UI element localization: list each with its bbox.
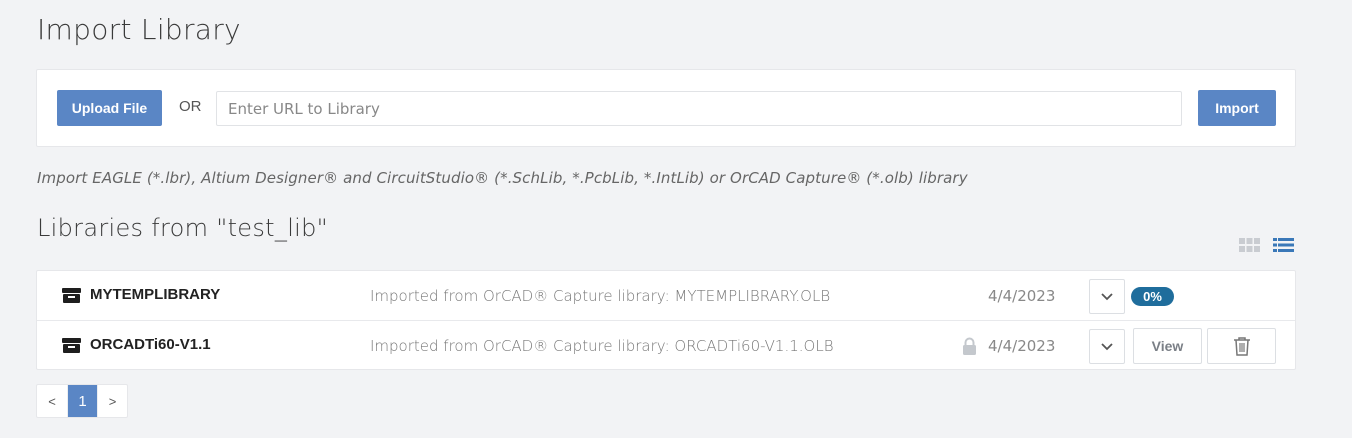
page-title: Import Library	[37, 13, 241, 46]
library-archive-icon	[62, 288, 81, 307]
library-archive-icon	[62, 338, 81, 357]
library-name[interactable]: MYTEMPLIBRARY	[90, 286, 220, 303]
expand-button[interactable]	[1089, 329, 1125, 364]
library-name[interactable]: ORCADTi60-V1.1	[90, 336, 211, 353]
grid-view-icon[interactable]	[1239, 237, 1260, 256]
or-label: OR	[179, 98, 202, 115]
import-button[interactable]: Import	[1198, 90, 1276, 126]
import-hint: Import EAGLE (*.lbr), Altium Designer® a…	[37, 169, 968, 187]
progress-badge: 0%	[1131, 287, 1174, 306]
libraries-section-title: Libraries from "test_lib"	[37, 214, 328, 242]
library-row[interactable]: ORCADTi60-V1.1 Imported from OrCAD® Capt…	[37, 320, 1295, 369]
list-view-icon[interactable]	[1273, 237, 1294, 256]
pagination: < 1 >	[36, 384, 128, 418]
library-date: 4/4/2023	[988, 337, 1056, 355]
library-description: Imported from OrCAD® Capture library: MY…	[370, 287, 831, 305]
next-page-button[interactable]: >	[97, 385, 127, 417]
library-url-input[interactable]	[216, 91, 1182, 126]
library-date: 4/4/2023	[988, 287, 1056, 305]
chevron-down-icon	[1101, 292, 1113, 300]
library-list: MYTEMPLIBRARY Imported from OrCAD® Captu…	[36, 270, 1296, 370]
page-number-button[interactable]: 1	[67, 385, 97, 417]
import-panel: Upload File OR Import	[36, 69, 1296, 147]
chevron-down-icon	[1101, 342, 1113, 350]
view-button[interactable]: View	[1133, 328, 1202, 364]
library-row[interactable]: MYTEMPLIBRARY Imported from OrCAD® Captu…	[37, 271, 1295, 320]
prev-page-button[interactable]: <	[37, 385, 67, 417]
library-description: Imported from OrCAD® Capture library: OR…	[370, 337, 834, 355]
trash-icon	[1233, 337, 1250, 356]
expand-button[interactable]	[1089, 279, 1125, 314]
lock-icon	[962, 337, 977, 359]
upload-file-button[interactable]: Upload File	[57, 90, 162, 126]
delete-button[interactable]	[1207, 328, 1276, 364]
